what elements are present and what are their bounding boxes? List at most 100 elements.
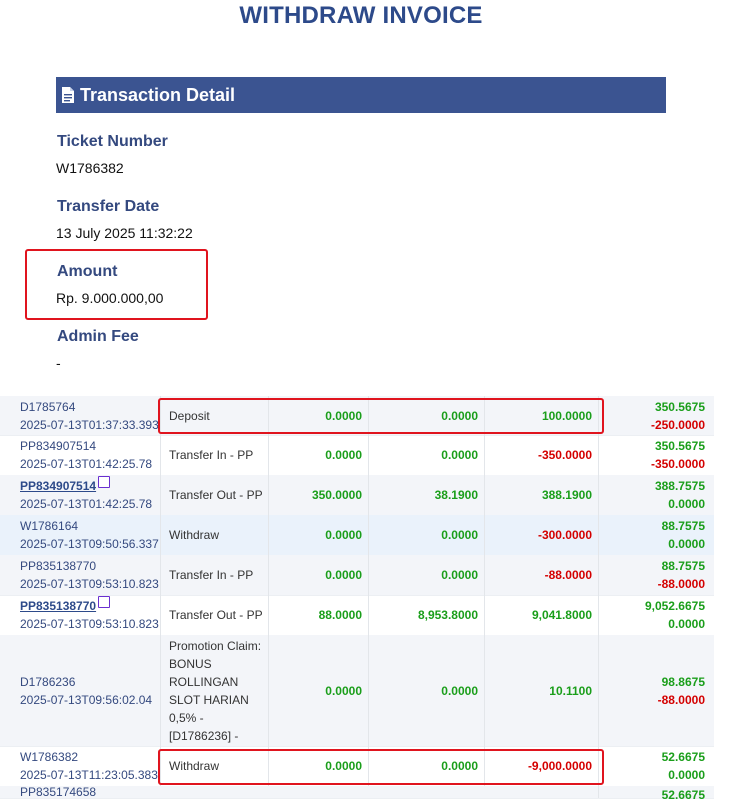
transaction-id-cell: D1785764 2025-07-13T01:37:33.393 bbox=[20, 396, 160, 435]
balance-secondary: 0.0000 bbox=[668, 497, 705, 511]
transaction-detail-title: Transaction Detail bbox=[80, 84, 236, 105]
balance-primary: 98.8675 bbox=[661, 674, 705, 689]
transaction-id: W1786382 bbox=[20, 750, 79, 764]
transaction-id-cell: PP835138770 2025-07-13T09:53:10.823 bbox=[20, 555, 160, 595]
transaction-date: 2025-07-13T01:42:25.78 bbox=[20, 497, 153, 511]
admin-fee-label: Admin Fee bbox=[57, 328, 139, 345]
transaction-detail-header: Transaction Detail bbox=[56, 77, 666, 113]
table-row: W1786164 2025-07-13T09:50:56.337 Withdraw 0… bbox=[0, 515, 714, 556]
transaction-type: Transfer Out - PP bbox=[160, 475, 268, 515]
transaction-date: 2025-07-13T09:50:56.337 bbox=[20, 537, 159, 551]
withdraw-row-highlight-box bbox=[158, 749, 604, 785]
amount-col-1: 0.0000 bbox=[268, 435, 368, 475]
amount-col-2: 38.1900 bbox=[368, 475, 484, 515]
amount-col-3: -300.0000 bbox=[484, 515, 598, 555]
balance-primary: 88.7575 bbox=[661, 519, 705, 533]
transaction-id-cell: D1786236 2025-07-13T09:56:02.04 bbox=[20, 635, 160, 746]
amount-col-3: 10.1100 bbox=[484, 635, 598, 746]
transaction-id: D1785764 bbox=[20, 399, 76, 414]
transaction-type: Transfer Out - PP bbox=[160, 595, 268, 635]
transaction-id-cell: PP835174658 bbox=[20, 785, 160, 799]
balance-cell: 88.7575 0.0000 bbox=[598, 515, 713, 555]
balance-primary: 52.6675 bbox=[661, 750, 705, 764]
amount-value: Rp. 9.000.000,00 bbox=[56, 290, 164, 306]
transaction-id-cell: PP835138770 2025-07-13T09:53:10.823 bbox=[20, 595, 160, 635]
transaction-id-cell: W1786382 2025-07-13T11:23:05.383 bbox=[20, 746, 160, 786]
balance-cell: 350.5675 -250.0000 bbox=[598, 396, 713, 435]
table-row: D1786236 2025-07-13T09:56:02.04 Promotion … bbox=[0, 635, 714, 747]
transfer-date-value: 13 July 2025 11:32:22 bbox=[56, 225, 193, 241]
balance-secondary: 0.0000 bbox=[668, 768, 705, 782]
balance-cell: 98.8675 -88.0000 bbox=[598, 635, 713, 746]
amount-col-2: 0.0000 bbox=[368, 635, 484, 746]
amount-col-2: 0.0000 bbox=[368, 515, 484, 555]
table-row: PP834907514 2025-07-13T01:42:25.78 Transfe… bbox=[0, 475, 714, 516]
transaction-id: PP834907514 bbox=[20, 439, 97, 453]
amount-col-1: 0.0000 bbox=[268, 555, 368, 595]
transaction-date: 2025-07-13T01:37:33.393 bbox=[20, 417, 159, 432]
amount-col-2: 0.0000 bbox=[368, 435, 484, 475]
transaction-type: Transfer In - PP bbox=[160, 435, 268, 475]
balance-cell: 9,052.6675 0.0000 bbox=[598, 595, 713, 635]
table-row: PP834907514 2025-07-13T01:42:25.78 Transfe… bbox=[0, 435, 714, 476]
transaction-id: PP835138770 bbox=[20, 559, 97, 573]
deposit-row-highlight-box bbox=[158, 398, 604, 434]
balance-secondary: -350.0000 bbox=[650, 457, 705, 471]
transaction-id: D1786236 bbox=[20, 674, 76, 689]
transaction-date: 2025-07-13T09:53:10.823 bbox=[20, 617, 159, 631]
transaction-id-link[interactable]: PP835138770 bbox=[20, 596, 111, 615]
copy-icon[interactable] bbox=[98, 476, 111, 488]
balance-primary: 88.7575 bbox=[661, 559, 705, 573]
amount-col-3: -88.0000 bbox=[484, 555, 598, 595]
table-row: PP835174658 52.6675 bbox=[0, 785, 714, 802]
transaction-date: 2025-07-13T09:56:02.04 bbox=[20, 692, 153, 707]
transaction-type: Promotion Claim: BONUS ROLLINGAN SLOT HA… bbox=[160, 635, 268, 746]
balance-secondary: -250.0000 bbox=[650, 417, 705, 432]
document-icon bbox=[62, 87, 74, 103]
table-row: PP835138770 2025-07-13T09:53:10.823 Transf… bbox=[0, 595, 714, 636]
amount-highlight-box bbox=[25, 249, 208, 320]
transaction-id-cell: PP834907514 2025-07-13T01:42:25.78 bbox=[20, 475, 160, 515]
copy-icon[interactable] bbox=[98, 596, 111, 608]
amount-col-3: -350.0000 bbox=[484, 435, 598, 475]
transaction-id[interactable]: PP834907514 bbox=[20, 477, 96, 495]
ticket-number-value: W1786382 bbox=[56, 160, 124, 176]
balance-cell: 388.7575 0.0000 bbox=[598, 475, 713, 515]
transaction-date: 2025-07-13T01:42:25.78 bbox=[20, 457, 153, 471]
transaction-id: PP835174658 bbox=[20, 785, 97, 799]
balance-cell: 52.6675 0.0000 bbox=[598, 746, 713, 786]
transfer-date-label: Transfer Date bbox=[57, 198, 160, 215]
balance-secondary: 0.0000 bbox=[668, 537, 705, 551]
balance-secondary: 0.0000 bbox=[668, 617, 705, 631]
transaction-type: Withdraw bbox=[160, 515, 268, 555]
amount-col-1: 0.0000 bbox=[268, 515, 368, 555]
invoice-title: WITHDRAW INVOICE bbox=[239, 2, 483, 29]
balance-secondary: -88.0000 bbox=[657, 692, 705, 707]
amount-col-1: 0.0000 bbox=[268, 635, 368, 746]
transaction-id: W1786164 bbox=[20, 519, 79, 533]
transaction-id-link[interactable]: PP834907514 bbox=[20, 476, 111, 495]
amount-col-3: 388.1900 bbox=[484, 475, 598, 515]
transaction-id[interactable]: PP835138770 bbox=[20, 597, 96, 615]
amount-col-3: 9,041.8000 bbox=[484, 595, 598, 635]
balance-primary: 9,052.6675 bbox=[644, 599, 705, 613]
transaction-date: 2025-07-13T09:53:10.823 bbox=[20, 577, 159, 591]
amount-col-2: 0.0000 bbox=[368, 555, 484, 595]
amount-col-1: 350.0000 bbox=[268, 475, 368, 515]
balance-cell: 350.5675 -350.0000 bbox=[598, 435, 713, 475]
amount-col-1: 88.0000 bbox=[268, 595, 368, 635]
ticket-number-label: Ticket Number bbox=[57, 133, 168, 150]
balance-primary: 52.6675 bbox=[661, 788, 705, 802]
table-row: PP835138770 2025-07-13T09:53:10.823 Transf… bbox=[0, 555, 714, 596]
balance-primary: 388.7575 bbox=[654, 479, 705, 493]
transaction-id-cell: W1786164 2025-07-13T09:50:56.337 bbox=[20, 515, 160, 555]
transaction-id-cell: PP834907514 2025-07-13T01:42:25.78 bbox=[20, 435, 160, 475]
balance-cell: 88.7575 -88.0000 bbox=[598, 555, 713, 595]
balance-cell: 52.6675 bbox=[598, 786, 713, 802]
balance-primary: 350.5675 bbox=[654, 399, 705, 414]
admin-fee-value: - bbox=[56, 355, 61, 371]
amount-col-2: 8,953.8000 bbox=[368, 595, 484, 635]
transaction-date: 2025-07-13T11:23:05.383 bbox=[20, 768, 158, 782]
transaction-type: Transfer In - PP bbox=[160, 555, 268, 595]
balance-secondary: -88.0000 bbox=[657, 577, 705, 591]
